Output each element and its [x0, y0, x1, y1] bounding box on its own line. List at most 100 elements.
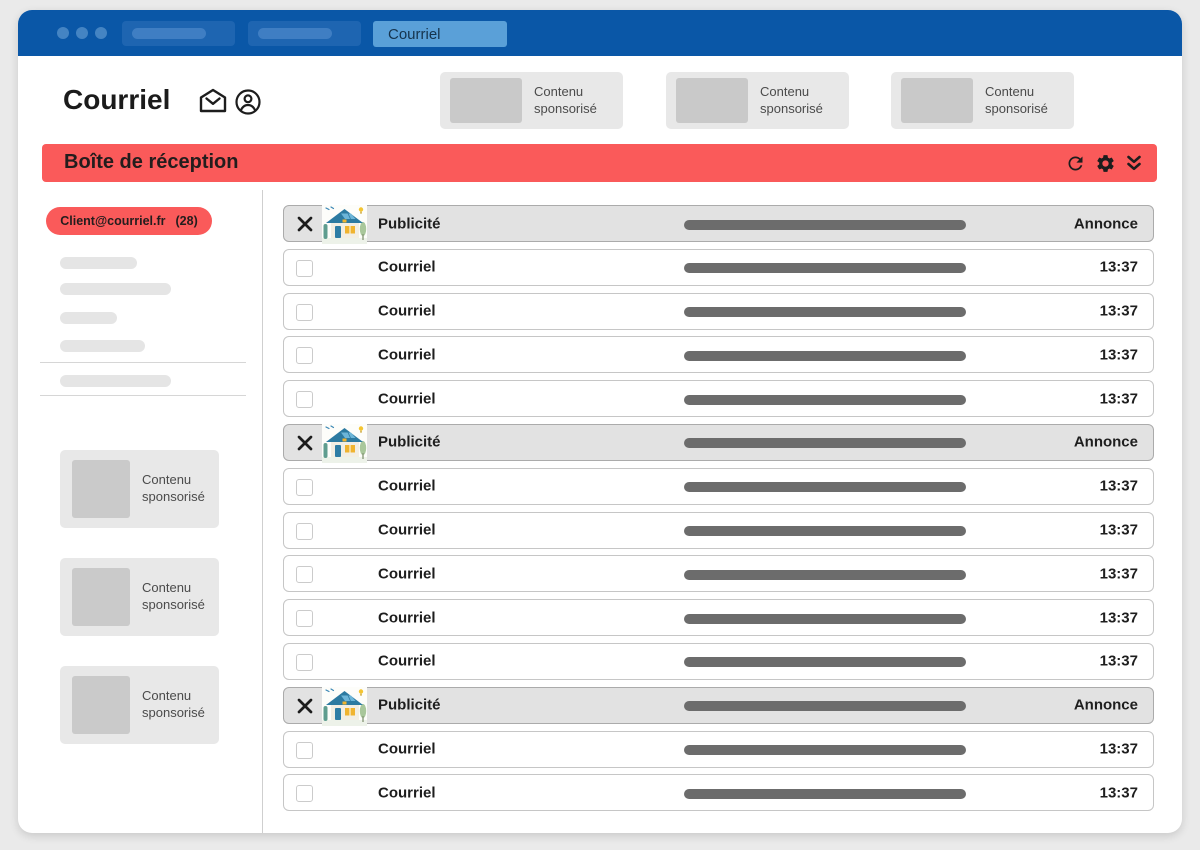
ad-row-label: Publicité [378, 434, 441, 451]
app-title: Courriel [63, 84, 170, 116]
ad-badge: Annonce [1074, 434, 1138, 451]
email-checkbox[interactable] [296, 654, 313, 671]
email-subject-placeholder [684, 657, 966, 667]
email-checkbox[interactable] [296, 304, 313, 321]
double-chevron-down-icon[interactable] [1125, 153, 1143, 173]
email-row[interactable]: Courriel 13:37 [283, 599, 1154, 636]
refresh-icon[interactable] [1065, 153, 1086, 174]
window-control-dot[interactable] [95, 27, 107, 39]
ad-row-label: Publicité [378, 697, 441, 714]
ad-thumbnail [72, 568, 130, 626]
settings-gear-icon[interactable] [1095, 153, 1116, 174]
ad-thumbnail [450, 78, 522, 123]
ad-row[interactable]: Publicité Annonce [283, 424, 1154, 461]
email-row-label: Courriel [378, 346, 436, 363]
tab-placeholder-title [132, 28, 206, 39]
account-email: Client@courriel.fr [60, 214, 165, 228]
ad-thumbnail [901, 78, 973, 123]
email-row[interactable]: Courriel 13:37 [283, 468, 1154, 505]
page-background: Courriel Courriel Contenusponsorisé [0, 0, 1200, 850]
window-control-dot[interactable] [57, 27, 69, 39]
ad-thumbnail [72, 676, 130, 734]
sponsored-label: Contenusponsorisé [760, 83, 823, 117]
email-row[interactable]: Courriel 13:37 [283, 774, 1154, 811]
close-ad-icon[interactable] [295, 696, 315, 716]
email-time: 13:37 [1100, 609, 1138, 626]
unread-count: (28) [176, 214, 198, 228]
email-row-label: Courriel [378, 609, 436, 626]
email-row[interactable]: Courriel 13:37 [283, 336, 1154, 373]
sidebar-sponsored-ad-3[interactable]: Contenusponsorisé [60, 666, 219, 744]
inbox-banner: Boîte de réception [42, 144, 1157, 182]
ad-thumbnail [72, 460, 130, 518]
sidebar-placeholder-item [60, 283, 171, 295]
tab-placeholder-1[interactable] [122, 21, 235, 46]
sponsored-label: Contenusponsorisé [142, 471, 205, 505]
sidebar-placeholder-item [60, 257, 137, 269]
tab-placeholder-title [258, 28, 332, 39]
sidebar-separator [40, 362, 246, 363]
ad-text-placeholder [684, 701, 966, 711]
sidebar-placeholder-item [60, 340, 145, 352]
email-row[interactable]: Courriel 13:37 [283, 555, 1154, 592]
email-checkbox[interactable] [296, 479, 313, 496]
header-sponsored-ad-1[interactable]: Contenusponsorisé [440, 72, 623, 129]
window-control-dot[interactable] [76, 27, 88, 39]
email-checkbox[interactable] [296, 566, 313, 583]
close-ad-icon[interactable] [295, 433, 315, 453]
email-time: 13:37 [1100, 303, 1138, 320]
email-row[interactable]: Courriel 13:37 [283, 643, 1154, 680]
house-ad-image [322, 205, 367, 244]
email-row-label: Courriel [378, 259, 436, 276]
email-row-label: Courriel [378, 390, 436, 407]
email-time: 13:37 [1100, 478, 1138, 495]
sidebar-sponsored-ad-2[interactable]: Contenusponsorisé [60, 558, 219, 636]
email-checkbox[interactable] [296, 610, 313, 627]
email-subject-placeholder [684, 263, 966, 273]
ad-row[interactable]: Publicité Annonce [283, 205, 1154, 242]
account-badge[interactable]: Client@courriel.fr (28) [46, 207, 212, 235]
header-sponsored-ad-2[interactable]: Contenusponsorisé [666, 72, 849, 129]
email-row[interactable]: Courriel 13:37 [283, 249, 1154, 286]
sidebar-placeholder-item [60, 375, 171, 387]
email-checkbox[interactable] [296, 391, 313, 408]
ad-row[interactable]: Publicité Annonce [283, 687, 1154, 724]
ad-badge: Annonce [1074, 215, 1138, 232]
close-ad-icon[interactable] [295, 214, 315, 234]
email-subject-placeholder [684, 307, 966, 317]
browser-chrome: Courriel [18, 10, 1182, 56]
account-icon[interactable] [234, 88, 262, 121]
email-checkbox[interactable] [296, 347, 313, 364]
email-row-label: Courriel [378, 303, 436, 320]
email-time: 13:37 [1100, 522, 1138, 539]
inbox-title: Boîte de réception [64, 151, 238, 174]
inbox-banner-actions [1065, 144, 1143, 182]
mail-icon[interactable] [198, 87, 228, 119]
tab-placeholder-2[interactable] [248, 21, 361, 46]
email-row[interactable]: Courriel 13:37 [283, 380, 1154, 417]
window-controls[interactable] [57, 27, 107, 39]
email-checkbox[interactable] [296, 785, 313, 802]
sidebar-sponsored-ad-1[interactable]: Contenusponsorisé [60, 450, 219, 528]
email-checkbox[interactable] [296, 260, 313, 277]
email-checkbox[interactable] [296, 523, 313, 540]
email-time: 13:37 [1100, 565, 1138, 582]
email-time: 13:37 [1100, 784, 1138, 801]
email-time: 13:37 [1100, 653, 1138, 670]
tab-courriel[interactable]: Courriel [373, 21, 507, 47]
house-ad-image [322, 424, 367, 463]
email-row[interactable]: Courriel 13:37 [283, 731, 1154, 768]
email-subject-placeholder [684, 482, 966, 492]
email-row[interactable]: Courriel 13:37 [283, 293, 1154, 330]
email-subject-placeholder [684, 570, 966, 580]
mail-list: Publicité Annonce Courriel 13:37 Courrie… [283, 205, 1154, 811]
email-time: 13:37 [1100, 390, 1138, 407]
email-row-label: Courriel [378, 522, 436, 539]
email-subject-placeholder [684, 351, 966, 361]
email-checkbox[interactable] [296, 742, 313, 759]
sponsored-label: Contenusponsorisé [142, 687, 205, 721]
email-row[interactable]: Courriel 13:37 [283, 512, 1154, 549]
header-sponsored-ad-3[interactable]: Contenusponsorisé [891, 72, 1074, 129]
email-row-label: Courriel [378, 565, 436, 582]
email-subject-placeholder [684, 614, 966, 624]
